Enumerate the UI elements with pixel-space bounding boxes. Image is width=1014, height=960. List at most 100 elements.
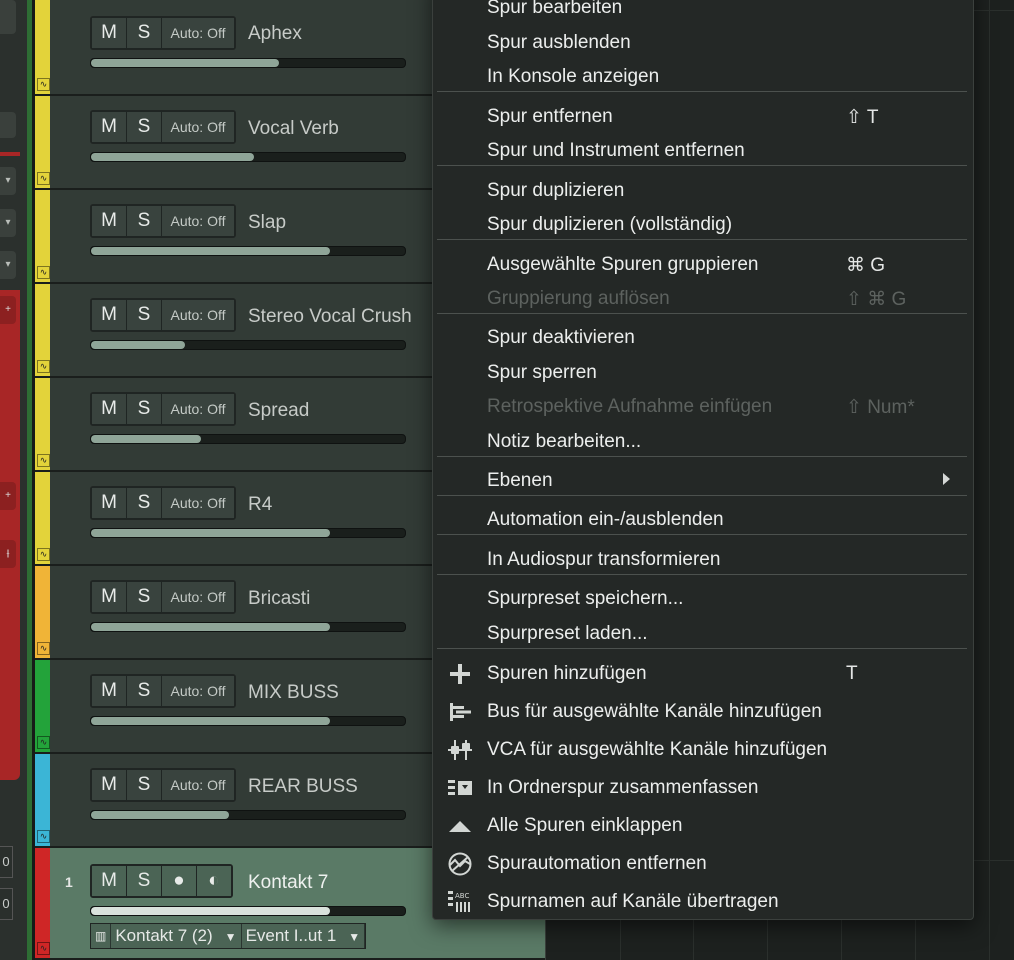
automation-mode-button[interactable]: Auto: Off: [162, 770, 234, 800]
menu-item-spurpreset-laden[interactable]: Spurpreset laden...: [433, 617, 973, 651]
track-color-bar[interactable]: ∿: [35, 848, 50, 958]
automation-mode-button[interactable]: Auto: Off: [162, 300, 234, 330]
vca-icon[interactable]: ⫲: [0, 540, 16, 568]
automation-icon[interactable]: ∿: [37, 454, 50, 467]
menu-item-spur-ausblenden[interactable]: Spur ausblenden: [433, 26, 973, 60]
mute-button[interactable]: M: [92, 18, 126, 48]
instrument-selector[interactable]: Kontakt 7 (2) ▼: [111, 924, 241, 948]
solo-button[interactable]: S: [127, 394, 161, 424]
volume-fader[interactable]: [90, 152, 406, 162]
value-field[interactable]: 0: [0, 888, 13, 920]
solo-button[interactable]: S: [127, 18, 161, 48]
plus-icon[interactable]: +: [0, 296, 16, 324]
chevron-down-icon[interactable]: ▾: [0, 167, 16, 195]
menu-item-spuren-gruppieren[interactable]: Ausgewählte Spuren gruppieren ⌘ G: [433, 248, 973, 282]
menu-item-spur-entfernen[interactable]: Spur entfernen ⇧ T: [433, 100, 973, 134]
automation-mode-button[interactable]: Auto: Off: [162, 112, 234, 142]
menu-item-spur-deaktivieren[interactable]: Spur deaktivieren: [433, 321, 973, 355]
mute-button[interactable]: M: [92, 300, 126, 330]
solo-button[interactable]: S: [127, 770, 161, 800]
plus-icon[interactable]: +: [0, 482, 16, 510]
menu-item-bus-hinzufuegen[interactable]: Bus für ausgewählte Kanäle hinzufügen: [433, 695, 973, 729]
track-color-bar[interactable]: ∿: [35, 284, 50, 376]
track-color-bar[interactable]: ∿: [35, 566, 50, 658]
volume-fader[interactable]: [90, 906, 406, 916]
track-color-bar[interactable]: ∿: [35, 378, 50, 470]
mute-button[interactable]: M: [92, 112, 126, 142]
chevron-down-icon[interactable]: ▾: [0, 251, 16, 279]
track-name[interactable]: REAR BUSS: [248, 776, 358, 798]
automation-mode-button[interactable]: Auto: Off: [162, 676, 234, 706]
automation-mode-button[interactable]: Auto: Off: [162, 582, 234, 612]
automation-icon[interactable]: ∿: [37, 736, 50, 749]
track-name[interactable]: Vocal Verb: [248, 118, 339, 140]
volume-fader[interactable]: [90, 622, 406, 632]
menu-item-spur-duplizieren-vollstaendig[interactable]: Spur duplizieren (vollständig): [433, 208, 973, 242]
track-color-bar[interactable]: ∿: [35, 660, 50, 752]
automation-icon[interactable]: ∿: [37, 172, 50, 185]
output-selector[interactable]: Event I..ut 1 ▼: [241, 924, 365, 948]
solo-button[interactable]: S: [127, 866, 161, 896]
automation-icon[interactable]: ∿: [37, 830, 50, 843]
menu-item-spurnamen-uebertragen[interactable]: ABC Spurnamen auf Kanäle übertragen: [433, 885, 973, 919]
menu-item-alle-spuren-einklappen[interactable]: Alle Spuren einklappen: [433, 809, 973, 843]
automation-icon[interactable]: ∿: [37, 548, 50, 561]
track-name[interactable]: Stereo Vocal Crush: [248, 306, 412, 328]
automation-mode-button[interactable]: Auto: Off: [162, 18, 234, 48]
volume-fader[interactable]: [90, 340, 406, 350]
track-name[interactable]: Kontakt 7: [248, 872, 328, 894]
track-name[interactable]: Aphex: [248, 23, 302, 45]
automation-icon[interactable]: ∿: [37, 360, 50, 373]
menu-item-spurautomation-entfernen[interactable]: Spurautomation entfernen: [433, 847, 973, 881]
solo-button[interactable]: S: [127, 676, 161, 706]
menu-item-spur-duplizieren[interactable]: Spur duplizieren: [433, 174, 973, 208]
mute-button[interactable]: M: [92, 770, 126, 800]
track-color-bar[interactable]: ∿: [35, 754, 50, 846]
track-color-bar[interactable]: ∿: [35, 190, 50, 282]
track-name[interactable]: Spread: [248, 400, 309, 422]
monitor-button[interactable]: ◐: [197, 866, 231, 896]
track-color-bar[interactable]: ∿: [35, 0, 50, 94]
mute-button[interactable]: M: [92, 394, 126, 424]
mute-button[interactable]: M: [92, 206, 126, 236]
volume-fader[interactable]: [90, 810, 406, 820]
inspector-button[interactable]: [0, 112, 16, 138]
track-name[interactable]: Slap: [248, 212, 286, 234]
menu-item-spur-sperren[interactable]: Spur sperren: [433, 356, 973, 390]
automation-icon[interactable]: ∿: [37, 78, 50, 91]
menu-item-spuren-hinzufuegen[interactable]: Spuren hinzufügen T: [433, 657, 973, 691]
menu-item-notiz-bearbeiten[interactable]: Notiz bearbeiten...: [433, 425, 973, 459]
solo-button[interactable]: S: [127, 488, 161, 518]
menu-item-spur-und-instrument-entfernen[interactable]: Spur und Instrument entfernen: [433, 134, 973, 168]
solo-button[interactable]: S: [127, 582, 161, 612]
record-arm-button[interactable]: ●: [162, 866, 196, 896]
menu-item-vca-hinzufuegen[interactable]: VCA für ausgewählte Kanäle hinzufügen: [433, 733, 973, 767]
volume-fader[interactable]: [90, 716, 406, 726]
menu-item-automation-einblenden[interactable]: Automation ein-/ausblenden: [433, 503, 973, 537]
track-color-bar[interactable]: ∿: [35, 472, 50, 564]
mute-button[interactable]: M: [92, 488, 126, 518]
menu-item-spur-bearbeiten[interactable]: Spur bearbeiten: [433, 0, 973, 25]
track-name[interactable]: R4: [248, 494, 272, 516]
menu-item-in-audiospur-transformieren[interactable]: In Audiospur transformieren: [433, 543, 973, 577]
volume-fader[interactable]: [90, 528, 406, 538]
menu-item-in-ordnerspur[interactable]: In Ordnerspur zusammenfassen: [433, 771, 973, 805]
menu-item-ebenen[interactable]: Ebenen: [433, 464, 973, 498]
automation-icon[interactable]: ∿: [37, 266, 50, 279]
mute-button[interactable]: M: [92, 676, 126, 706]
automation-mode-button[interactable]: Auto: Off: [162, 394, 234, 424]
volume-fader[interactable]: [90, 58, 406, 68]
volume-fader[interactable]: [90, 434, 406, 444]
solo-button[interactable]: S: [127, 206, 161, 236]
automation-icon[interactable]: ∿: [37, 642, 50, 655]
solo-button[interactable]: S: [127, 112, 161, 142]
automation-mode-button[interactable]: Auto: Off: [162, 206, 234, 236]
track-color-bar[interactable]: ∿: [35, 96, 50, 188]
inspector-button[interactable]: [0, 0, 16, 34]
mute-button[interactable]: M: [92, 582, 126, 612]
automation-icon[interactable]: ∿: [37, 942, 50, 955]
automation-mode-button[interactable]: Auto: Off: [162, 488, 234, 518]
track-name[interactable]: Bricasti: [248, 588, 310, 610]
track-name[interactable]: MIX BUSS: [248, 682, 339, 704]
mute-button[interactable]: M: [92, 866, 126, 896]
